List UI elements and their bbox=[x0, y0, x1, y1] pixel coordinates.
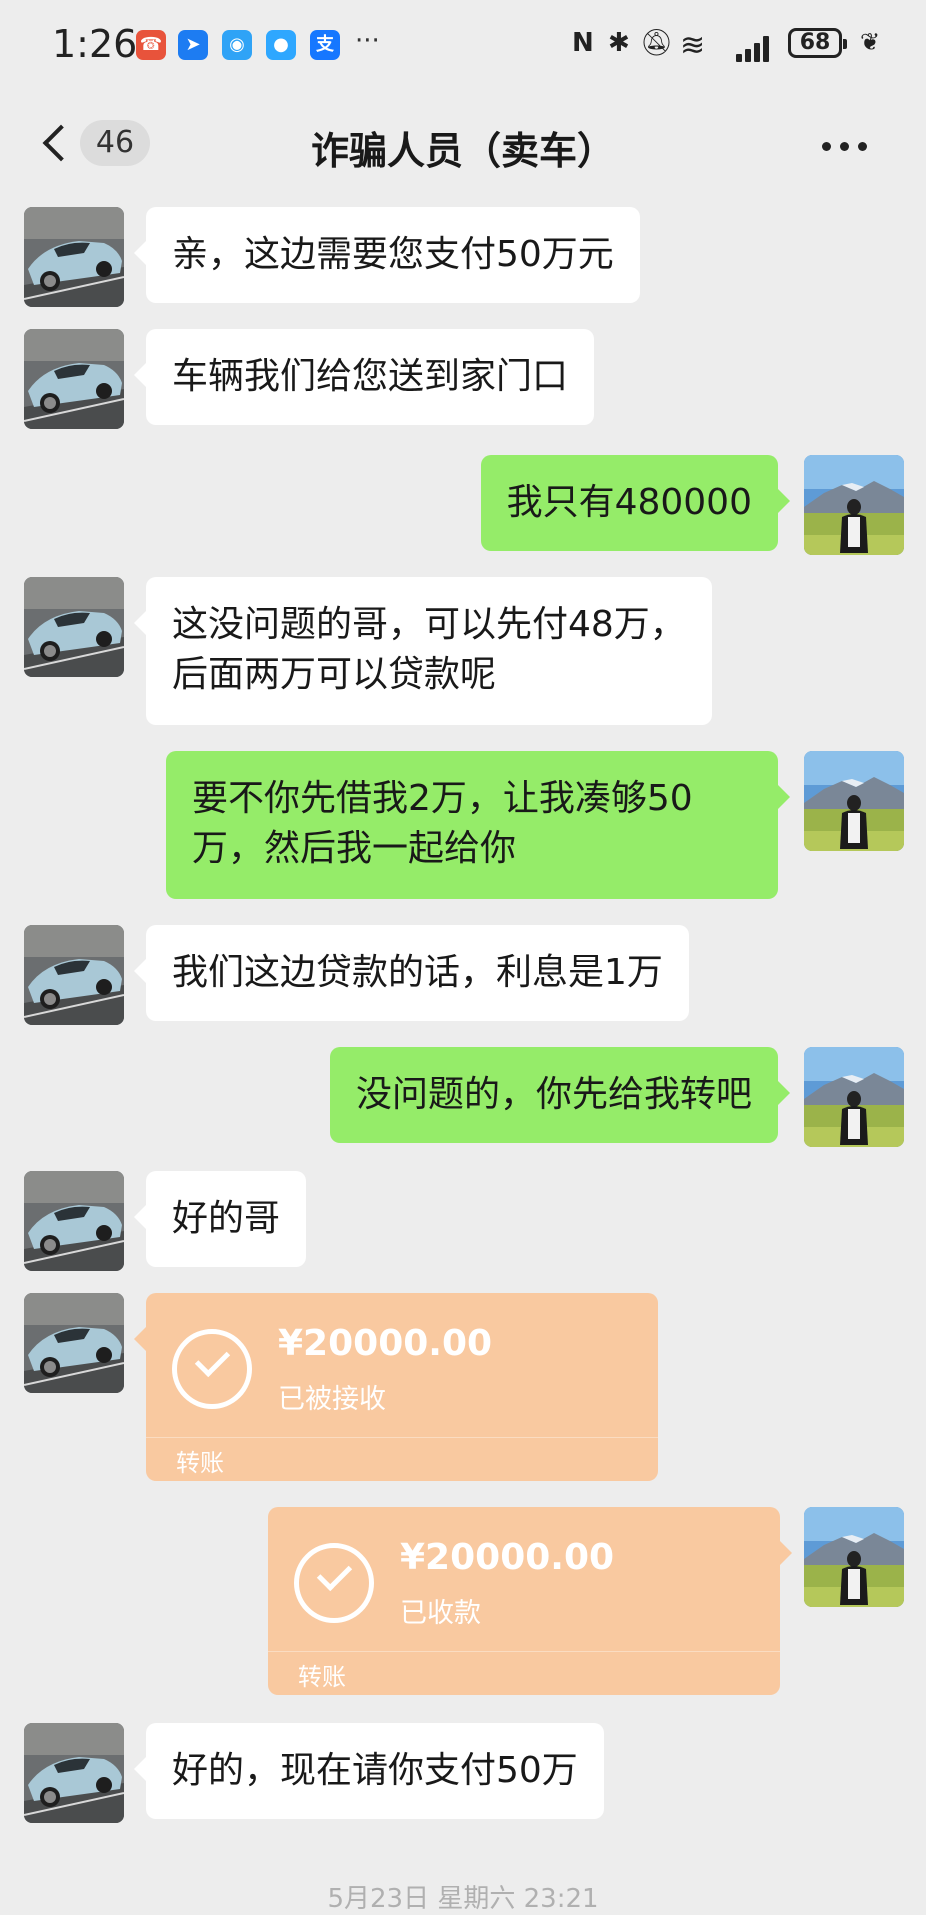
message-text-line: 这没问题的哥，可以先付48万， bbox=[172, 604, 686, 645]
transfer-card[interactable]: ¥20000.00 已收款 转账 bbox=[268, 1507, 792, 1695]
dingtalk-icon: ➤ bbox=[178, 30, 208, 60]
transfer-status: 已收款 bbox=[400, 1598, 481, 1629]
more-dots-icon bbox=[822, 142, 831, 151]
transfer-divider bbox=[146, 1437, 658, 1438]
message-text: 好的，现在请你支付50万 bbox=[172, 1750, 578, 1791]
leaf-icon: ❦ bbox=[860, 28, 881, 56]
contact-avatar[interactable] bbox=[24, 925, 124, 1025]
message-icon: ● bbox=[266, 30, 296, 60]
transfer-label: 转账 bbox=[298, 1663, 346, 1691]
message-text-line: 万，然后我一起给你 bbox=[192, 828, 517, 869]
nfc-icon: N bbox=[572, 28, 594, 58]
more-notifications-icon: ··· bbox=[355, 26, 380, 56]
outgoing-message[interactable]: 没问题的，你先给我转吧 bbox=[329, 1047, 791, 1143]
contact-avatar[interactable] bbox=[24, 1171, 124, 1271]
message-text: 没问题的，你先给我转吧 bbox=[355, 1074, 752, 1115]
incoming-message[interactable]: 好的，现在请你支付50万 bbox=[134, 1723, 604, 1819]
message-text-line: 要不你先借我2万，让我凑够50 bbox=[192, 778, 693, 819]
message-text: 亲，这边需要您支付50万元 bbox=[172, 234, 614, 275]
my-avatar[interactable] bbox=[804, 1507, 904, 1607]
battery-icon: 68 bbox=[788, 28, 847, 58]
contact-avatar[interactable] bbox=[24, 329, 124, 429]
cellular-signal-icon bbox=[736, 34, 776, 62]
outgoing-message[interactable]: 要不你先借我2万，让我凑够50 万，然后我一起给你 bbox=[166, 751, 790, 899]
message-text: 我们这边贷款的话，利息是1万 bbox=[172, 952, 663, 993]
incoming-message[interactable]: 我们这边贷款的话，利息是1万 bbox=[134, 925, 689, 1021]
mute-bell-icon: 🔕︎ bbox=[640, 28, 674, 58]
transfer-label: 转账 bbox=[176, 1449, 224, 1477]
check-circle-icon bbox=[172, 1329, 252, 1409]
message-text: 车辆我们给您送到家门口 bbox=[172, 356, 569, 397]
outgoing-message[interactable]: 我只有480000 bbox=[480, 455, 791, 551]
chat-title: 诈骗人员（卖车） bbox=[310, 129, 615, 173]
message-text: 我只有480000 bbox=[506, 482, 752, 523]
bluetooth-icon: ✱ bbox=[608, 28, 630, 58]
incoming-message[interactable]: 这没问题的哥，可以先付48万， 后面两万可以贷款呢 bbox=[134, 577, 712, 725]
transfer-card[interactable]: ¥20000.00 已被接收 转账 bbox=[134, 1293, 658, 1481]
my-avatar[interactable] bbox=[804, 455, 904, 555]
message-list[interactable]: 亲，这边需要您支付50万元 车辆我们给您送到家门口 我只有480000 这没问题… bbox=[0, 195, 926, 1895]
missed-call-icon: ☎ bbox=[136, 30, 166, 60]
contact-avatar[interactable] bbox=[24, 207, 124, 307]
transfer-divider bbox=[268, 1651, 780, 1652]
message-timestamp: 5月23日 星期六 23:21 bbox=[327, 1884, 599, 1914]
transfer-status: 已被接收 bbox=[278, 1384, 386, 1415]
contact-avatar[interactable] bbox=[24, 1723, 124, 1823]
status-time: 1:26 bbox=[52, 22, 138, 66]
wifi-icon: ≋ bbox=[680, 28, 706, 63]
incoming-message[interactable]: 好的哥 bbox=[133, 1171, 307, 1267]
alipay-icon: 支 bbox=[310, 30, 340, 60]
incoming-message[interactable]: 车辆我们给您送到家门口 bbox=[133, 329, 595, 425]
transfer-amount: ¥20000.00 bbox=[400, 1537, 615, 1578]
message-text-line: 后面两万可以贷款呢 bbox=[172, 654, 497, 695]
more-options-button[interactable] bbox=[816, 120, 876, 166]
contact-avatar[interactable] bbox=[24, 1293, 124, 1393]
chat-header: 46 诈骗人员（卖车） bbox=[0, 100, 926, 190]
transfer-amount: ¥20000.00 bbox=[278, 1323, 493, 1364]
status-bar: 1:26 ☎ ➤ ◉ ● 支 ··· N ✱ 🔕︎ ≋ 68 ❦ bbox=[0, 0, 926, 90]
contact-avatar[interactable] bbox=[24, 577, 124, 677]
message-text: 好的哥 bbox=[172, 1198, 281, 1239]
my-avatar[interactable] bbox=[804, 751, 904, 851]
incoming-message[interactable]: 亲，这边需要您支付50万元 bbox=[134, 207, 640, 303]
my-avatar[interactable] bbox=[804, 1047, 904, 1147]
map-pin-icon: ◉ bbox=[222, 30, 252, 60]
check-circle-icon bbox=[294, 1543, 374, 1623]
